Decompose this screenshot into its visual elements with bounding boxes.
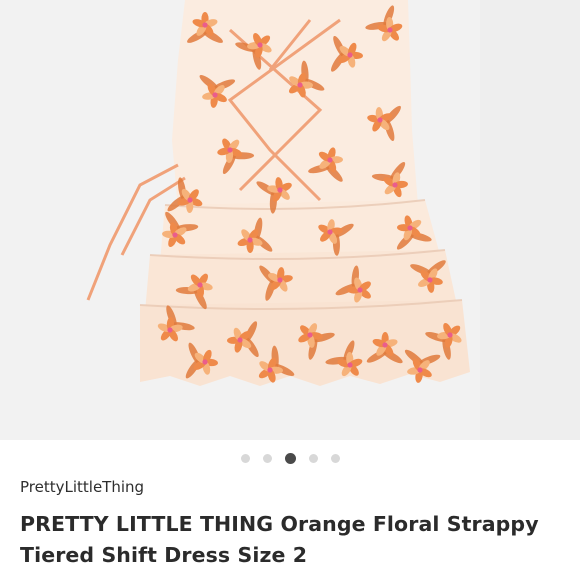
carousel-dot-4[interactable] xyxy=(308,454,318,463)
carousel-dot-2[interactable] xyxy=(262,454,272,463)
carousel-dot-5[interactable] xyxy=(330,454,340,463)
dress-image xyxy=(0,0,580,440)
product-photo[interactable] xyxy=(0,0,580,440)
image-carousel-dots xyxy=(0,453,580,464)
carousel-dot-3-active[interactable] xyxy=(284,453,296,464)
listing-title: PRETTY LITTLE THING Orange Floral Strapp… xyxy=(20,512,539,567)
brand-link[interactable]: PrettyLittleThing xyxy=(20,478,144,496)
carousel-dot-1[interactable] xyxy=(240,454,250,463)
